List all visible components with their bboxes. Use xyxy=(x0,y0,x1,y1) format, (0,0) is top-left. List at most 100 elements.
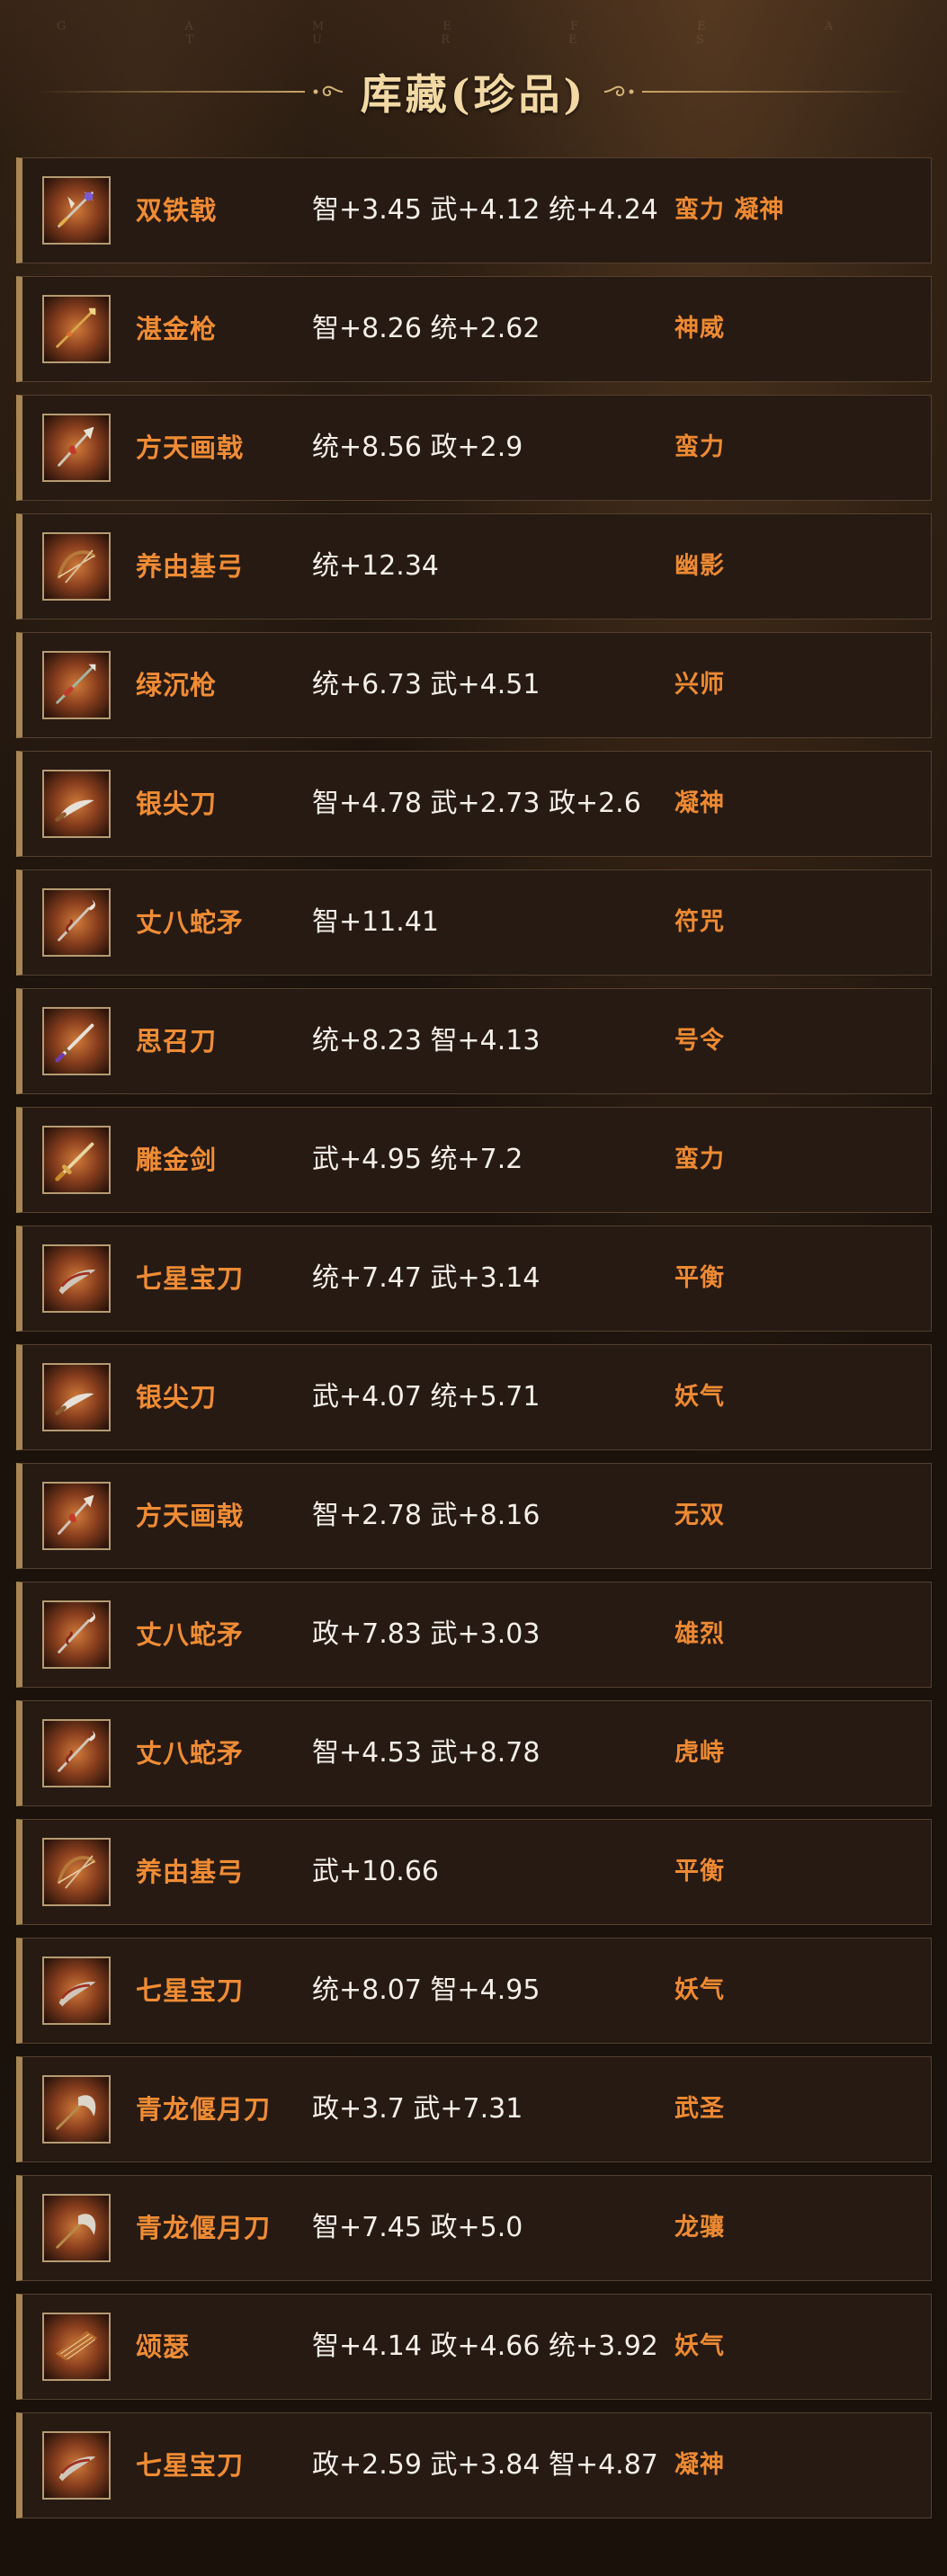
item-traits: 平衡 xyxy=(675,1264,725,1292)
title-divider-left xyxy=(34,91,305,93)
item-name: 双铁戟 xyxy=(136,195,218,226)
bow-icon xyxy=(57,1855,96,1889)
ornament-left-icon xyxy=(313,85,343,97)
crescent-glaive-icon xyxy=(56,2095,96,2130)
item-stats: 智+2.78 武+8.16 xyxy=(312,1500,541,1531)
item-stats: 统+8.56 政+2.9 xyxy=(312,432,523,463)
list-item[interactable]: 丈八蛇矛 智+4.53 武+8.78 虎峙 xyxy=(16,1700,932,1806)
silver-blade-icon xyxy=(55,1393,94,1415)
item-icon-frame xyxy=(42,1007,111,1075)
item-traits: 符咒 xyxy=(675,908,725,936)
serpent-spear-icon xyxy=(58,1730,95,1772)
list-item[interactable]: 银尖刀 智+4.78 武+2.73 政+2.6 凝神 xyxy=(16,751,932,857)
item-icon-frame xyxy=(42,295,111,363)
list-item[interactable]: 思召刀 统+8.23 智+4.13 号令 xyxy=(16,988,932,1094)
item-stats: 智+8.26 统+2.62 xyxy=(312,313,541,344)
item-icon-frame xyxy=(42,1482,111,1550)
item-traits: 武圣 xyxy=(675,2095,725,2123)
list-item[interactable]: 七星宝刀 政+2.59 武+3.84 智+4.87 凝神 xyxy=(16,2412,932,2518)
list-item[interactable]: 颂瑟 智+4.14 政+4.66 统+3.92 妖气 xyxy=(16,2294,932,2400)
item-stats: 智+4.78 武+2.73 政+2.6 xyxy=(312,788,641,819)
header: G A M E F E A T U R E S 库藏(珍品) xyxy=(0,0,947,153)
item-traits: 神威 xyxy=(675,315,725,343)
item-list: 双铁戟 智+3.45 武+4.12 统+4.24 蛮力 凝神 湛金枪 智+8.26 统+… xyxy=(16,157,932,2531)
item-traits: 蛮力 xyxy=(675,1145,725,1173)
item-icon-frame xyxy=(42,888,111,957)
item-icon-frame xyxy=(42,2075,111,2144)
item-icon-frame xyxy=(42,1719,111,1787)
item-stats: 智+4.14 政+4.66 统+3.92 xyxy=(312,2331,658,2362)
item-traits: 龙骧 xyxy=(675,2214,725,2242)
item-icon-frame xyxy=(42,176,111,245)
list-item[interactable]: 丈八蛇矛 政+7.83 武+3.03 雄烈 xyxy=(16,1582,932,1688)
item-traits: 妖气 xyxy=(675,2332,725,2360)
sword-icon xyxy=(55,1023,94,1063)
golden-spear-icon xyxy=(56,308,96,348)
item-name: 丈八蛇矛 xyxy=(136,1738,245,1769)
seven-star-blade-icon xyxy=(58,1270,96,1295)
crescent-glaive-icon xyxy=(56,2214,96,2249)
list-item[interactable]: 雕金剑 武+4.95 统+7.2 蛮力 xyxy=(16,1107,932,1213)
list-item[interactable]: 青龙偃月刀 智+7.45 政+5.0 龙骧 xyxy=(16,2175,932,2281)
item-icon-frame xyxy=(42,1126,111,1194)
item-stats: 智+3.45 武+4.12 统+4.24 xyxy=(312,194,658,226)
item-name: 雕金剑 xyxy=(136,1145,218,1175)
list-item[interactable]: 七星宝刀 统+7.47 武+3.14 平衡 xyxy=(16,1226,932,1332)
item-traits: 无双 xyxy=(675,1502,725,1529)
list-item[interactable]: 双铁戟 智+3.45 武+4.12 统+4.24 蛮力 凝神 xyxy=(16,157,932,263)
item-traits: 雄烈 xyxy=(675,1620,725,1648)
item-stats: 智+11.41 xyxy=(312,906,440,938)
item-traits: 平衡 xyxy=(675,1858,725,1885)
item-name: 绿沉枪 xyxy=(136,670,218,700)
item-name: 方天画戟 xyxy=(136,432,245,463)
item-icon-frame xyxy=(42,1600,111,1669)
list-item[interactable]: 青龙偃月刀 政+3.7 武+7.31 武圣 xyxy=(16,2056,932,2162)
ornament-right-icon xyxy=(604,85,634,97)
item-icon-frame xyxy=(42,1244,111,1313)
item-traits: 妖气 xyxy=(675,1383,725,1411)
item-stats: 统+7.47 武+3.14 xyxy=(312,1262,541,1294)
item-traits: 兴师 xyxy=(675,671,725,699)
list-item[interactable]: 银尖刀 武+4.07 统+5.71 妖气 xyxy=(16,1344,932,1450)
list-item[interactable]: 绿沉枪 统+6.73 武+4.51 兴师 xyxy=(16,632,932,738)
zither-icon xyxy=(55,2331,98,2361)
page-title: 库藏(珍品) xyxy=(360,70,587,119)
list-item[interactable]: 方天画戟 智+2.78 武+8.16 无双 xyxy=(16,1463,932,1569)
item-name: 颂瑟 xyxy=(136,2331,191,2362)
item-icon-frame xyxy=(42,1838,111,1906)
halberd-icon xyxy=(58,426,94,467)
list-item[interactable]: 湛金枪 智+8.26 统+2.62 神威 xyxy=(16,276,932,382)
item-name: 思召刀 xyxy=(136,1026,218,1056)
item-stats: 武+10.66 xyxy=(312,1856,440,1887)
item-traits: 妖气 xyxy=(675,1976,725,2004)
item-stats: 统+8.23 智+4.13 xyxy=(312,1025,541,1056)
spear-icon xyxy=(56,664,96,704)
game-features-watermark: G A M E F E A T U R E S xyxy=(56,20,891,47)
item-traits: 蛮力 xyxy=(675,433,725,461)
item-name: 养由基弓 xyxy=(136,551,245,582)
halberd-icon xyxy=(58,1494,94,1535)
item-icon-frame xyxy=(42,2313,111,2381)
item-name: 青龙偃月刀 xyxy=(136,2213,272,2243)
item-traits: 凝神 xyxy=(675,789,725,817)
item-traits: 虎峙 xyxy=(675,1739,725,1767)
list-item[interactable]: 丈八蛇矛 智+11.41 符咒 xyxy=(16,869,932,976)
item-stats: 政+7.83 武+3.03 xyxy=(312,1618,541,1650)
list-item[interactable]: 七星宝刀 统+8.07 智+4.95 妖气 xyxy=(16,1938,932,2044)
list-item[interactable]: 养由基弓 统+12.34 幽影 xyxy=(16,513,932,619)
item-icon-frame xyxy=(42,532,111,601)
item-icon-frame xyxy=(42,2431,111,2500)
item-traits: 蛮力 凝神 xyxy=(675,196,785,224)
item-stats: 政+2.59 武+3.84 智+4.87 xyxy=(312,2449,658,2481)
item-name: 七星宝刀 xyxy=(136,1263,245,1294)
list-item[interactable]: 养由基弓 武+10.66 平衡 xyxy=(16,1819,932,1925)
item-stats: 武+4.95 统+7.2 xyxy=(312,1144,523,1175)
title-divider-right xyxy=(642,91,913,93)
item-stats: 统+12.34 xyxy=(312,550,440,582)
item-name: 丈八蛇矛 xyxy=(136,1619,245,1650)
item-stats: 武+4.07 统+5.71 xyxy=(312,1381,541,1413)
list-item[interactable]: 方天画戟 统+8.56 政+2.9 蛮力 xyxy=(16,395,932,501)
item-icon-frame xyxy=(42,2194,111,2262)
item-icon-frame xyxy=(42,651,111,719)
item-name: 青龙偃月刀 xyxy=(136,2094,272,2125)
